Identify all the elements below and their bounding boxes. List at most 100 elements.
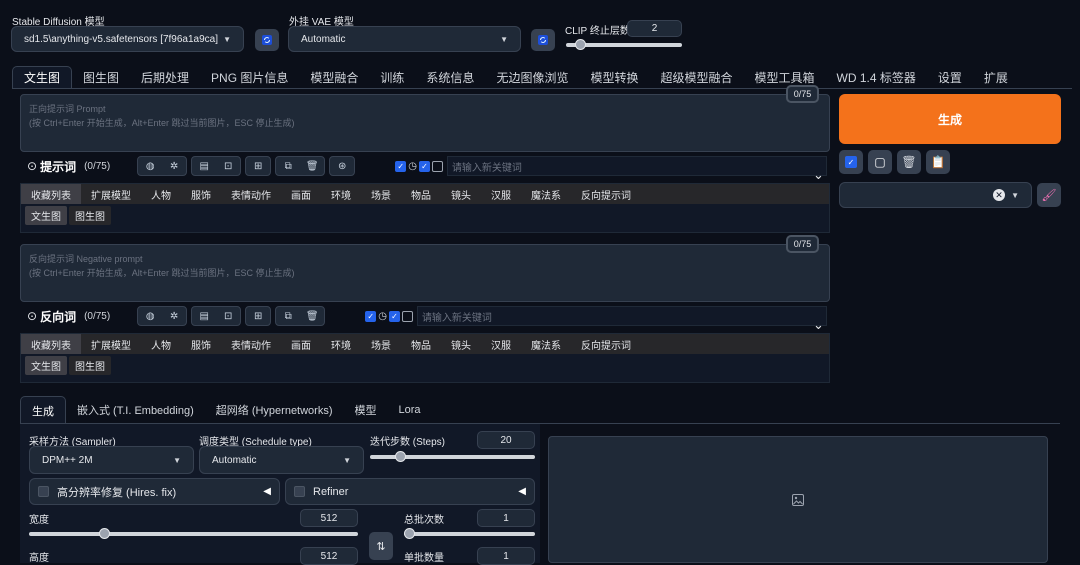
generate-button[interactable]: 生成 [839,94,1061,144]
copy-icon[interactable]: ⧉ [278,157,299,175]
negative-category-tab-11[interactable]: 魔法系 [521,334,571,354]
steps-slider-handle[interactable] [394,451,406,462]
prompt-textarea[interactable]: 正向提示词 Prompt (按 Ctrl+Enter 开始生成，Alt+Ente… [20,94,830,152]
delete-button[interactable]: 🗑 [897,150,921,174]
batch-count-slider-handle[interactable] [404,528,415,539]
tab-7[interactable]: 无边图像浏览 [485,66,579,88]
checkbox-unchecked[interactable] [401,310,413,322]
prompt-category-tab-10[interactable]: 汉服 [481,184,521,204]
prompt-category-tab-2[interactable]: 人物 [141,184,181,204]
negative-category-tab-3[interactable]: 服饰 [181,334,221,354]
expand-icon[interactable]: ⌄ [813,167,824,183]
gear-icon[interactable]: ✲ [164,307,185,325]
batch-count-slider[interactable] [404,528,535,539]
width-slider[interactable] [29,528,358,539]
globe-icon[interactable]: ◍ [140,157,161,175]
generation-tab-0[interactable]: 生成 [20,396,66,424]
tab-3[interactable]: PNG 图片信息 [200,66,299,88]
translate-icon[interactable]: ⊞ [248,307,269,325]
prompt-category-tab-4[interactable]: 表情动作 [221,184,281,204]
prompt-sub-tab-1[interactable]: 图生图 [69,206,111,225]
prompt-sub-tab-0[interactable]: 文生图 [25,206,67,225]
clip-number-input[interactable]: 2 [627,20,682,37]
negative-sub-tab-1[interactable]: 图生图 [69,356,111,375]
negative-category-tab-10[interactable]: 汉服 [481,334,521,354]
sampler-select[interactable]: DPM++ 2M ▼ [29,446,194,474]
tab-9[interactable]: 超级模型融合 [649,66,743,88]
clear-icon[interactable]: ✕ [993,189,1006,201]
export-icon[interactable]: ⊡ [218,307,239,325]
negative-category-tab-2[interactable]: 人物 [141,334,181,354]
tab-12[interactable]: 设置 [927,66,973,88]
refresh-model-button[interactable] [255,29,279,51]
prompt-category-tab-8[interactable]: 物品 [401,184,441,204]
checkbox-checked[interactable]: ✓ [365,310,377,322]
width-slider-handle[interactable] [98,528,110,539]
swap-dimensions-button[interactable]: ⇅ [369,532,393,560]
import-icon[interactable]: ▤ [194,307,215,325]
edit-styles-button[interactable]: 🖌 [1037,183,1061,207]
generation-tab-4[interactable]: Lora [388,396,432,424]
batch-size-number-input[interactable]: 1 [477,547,535,565]
negative-category-tab-8[interactable]: 物品 [401,334,441,354]
negative-category-tab-4[interactable]: 表情动作 [221,334,281,354]
negative-keyword-input[interactable]: 请输入新关键词 [416,306,827,326]
height-number-input[interactable]: 512 [300,547,358,565]
negative-category-tab-7[interactable]: 场景 [361,334,401,354]
prompt-category-tab-7[interactable]: 场景 [361,184,401,204]
tab-2[interactable]: 后期处理 [130,66,200,88]
styles-select[interactable]: ✕ ▼ [839,182,1032,208]
negative-category-tab-0[interactable]: 收藏列表 [21,334,81,354]
model-select[interactable]: sd1.5\anything-v5.safetensors [7f96a1a9c… [11,26,244,52]
prompt-category-tab-0[interactable]: 收藏列表 [21,184,81,204]
steps-slider[interactable] [370,451,535,462]
batch-count-number-input[interactable]: 1 [477,509,535,527]
refresh-vae-button[interactable] [531,29,555,51]
negative-category-tab-6[interactable]: 环境 [321,334,361,354]
checkbox-checked[interactable]: ✓ [418,160,430,172]
negative-category-tab-5[interactable]: 画面 [281,334,321,354]
tab-5[interactable]: 训练 [369,66,415,88]
negative-category-tab-1[interactable]: 扩展模型 [81,334,141,354]
prompt-category-tab-6[interactable]: 环境 [321,184,361,204]
prompt-keyword-input[interactable]: 请输入新关键词 [446,156,827,176]
paste-button[interactable]: 📋 [926,150,950,174]
generation-tab-1[interactable]: 嵌入式 (T.I. Embedding) [66,396,205,424]
refiner-accordion[interactable]: Refiner ◀ [285,478,535,505]
prompt-category-tab-12[interactable]: 反向提示词 [571,184,641,204]
schedule-select[interactable]: Automatic ▼ [199,446,364,474]
vae-select[interactable]: Automatic ▼ [288,26,521,52]
gear-icon[interactable]: ✲ [164,157,185,175]
prompt-category-tab-1[interactable]: 扩展模型 [81,184,141,204]
hires-fix-accordion[interactable]: 高分辨率修复 (Hires. fix) ◀ [29,478,280,505]
width-number-input[interactable]: 512 [300,509,358,527]
checkbox-checked[interactable]: ✓ [388,310,400,322]
negative-category-tab-9[interactable]: 镜头 [441,334,481,354]
generation-tab-3[interactable]: 模型 [344,396,388,424]
checkbox-unchecked[interactable] [431,160,443,172]
trash-icon[interactable]: 🗑 [302,157,323,175]
export-icon[interactable]: ⊡ [218,157,239,175]
prompt-category-tab-9[interactable]: 镜头 [441,184,481,204]
collapse-icon[interactable]: ⊙ [27,159,37,173]
collapse-icon[interactable]: ⊙ [27,309,37,323]
trash-icon[interactable]: 🗑 [302,307,323,325]
import-icon[interactable]: ▤ [194,157,215,175]
tab-0[interactable]: 文生图 [12,66,73,88]
tab-1[interactable]: 图生图 [72,66,130,88]
prompt-category-tab-11[interactable]: 魔法系 [521,184,571,204]
globe-icon[interactable]: ◍ [140,307,161,325]
tab-8[interactable]: 模型转换 [579,66,649,88]
checkbox-checked[interactable]: ✓ [395,160,407,172]
apply-style-button[interactable]: ✓ [839,150,863,174]
clip-slider-handle[interactable] [574,39,586,50]
ai-icon[interactable]: ⊛ [332,157,353,175]
tab-13[interactable]: 扩展 [973,66,1019,88]
clear-button[interactable]: ▢ [868,150,892,174]
prompt-category-tab-5[interactable]: 画面 [281,184,321,204]
negative-category-tab-12[interactable]: 反向提示词 [571,334,641,354]
copy-icon[interactable]: ⧉ [278,307,299,325]
history-icon[interactable]: ◷ [378,311,387,322]
steps-number-input[interactable]: 20 [477,431,535,449]
refiner-checkbox[interactable] [294,486,305,497]
